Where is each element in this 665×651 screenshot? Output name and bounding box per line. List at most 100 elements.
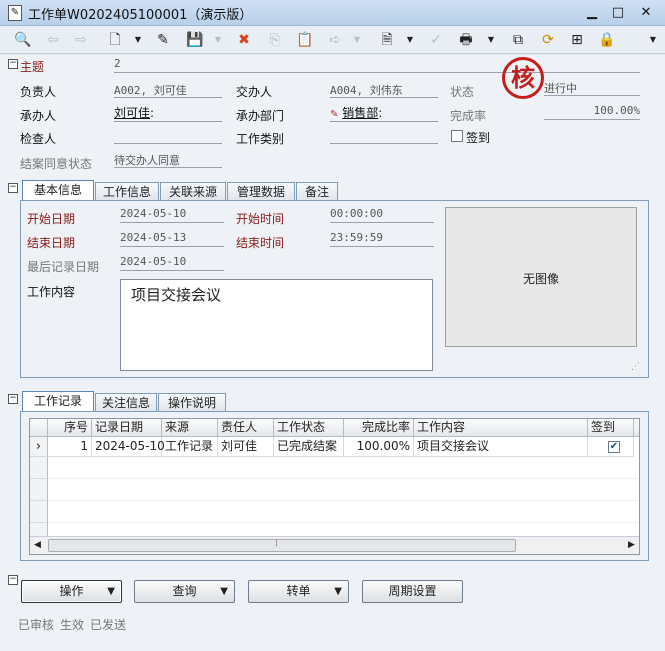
cell-status[interactable]: 已完成结案	[274, 437, 344, 457]
edit-icon[interactable]: ✎	[152, 29, 174, 51]
status-sent: 已发送	[90, 618, 127, 632]
tab-work-records[interactable]: 工作记录	[22, 391, 94, 412]
col-header-date[interactable]: 记录日期	[92, 419, 162, 437]
agree-status-label: 结案同意状态	[20, 157, 93, 171]
tab-remarks[interactable]: 备注	[296, 182, 338, 201]
operate-button[interactable]: 操作 ▼	[21, 580, 122, 603]
start-time-field[interactable]: 00:00:00	[330, 207, 434, 223]
cycle-settings-button[interactable]: 周期设置	[362, 580, 463, 603]
cell-owner[interactable]: 刘可佳	[218, 437, 274, 457]
signin-check-icon[interactable]: ✔	[608, 441, 620, 453]
signin-label: 签到	[466, 131, 491, 145]
save-dropdown-icon[interactable]: ▼	[213, 29, 223, 51]
grid-line	[48, 478, 638, 479]
horizontal-scrollbar[interactable]: ◀ ⁞ ▶	[30, 536, 639, 554]
grid-line	[48, 522, 638, 523]
worktype-field[interactable]	[330, 128, 438, 144]
save-icon[interactable]: 💾	[184, 29, 206, 51]
link-icon[interactable]: ⧉	[507, 29, 529, 51]
cell-date[interactable]: 2024-05-10	[92, 437, 165, 457]
image-box[interactable]: 无图像	[445, 207, 637, 347]
end-time-field[interactable]: 23:59:59	[330, 231, 434, 247]
next-icon[interactable]: ⇨	[70, 29, 92, 51]
assignee-field[interactable]: 刘可佳:	[114, 104, 222, 122]
transfer-icon[interactable]: ➪	[324, 29, 346, 51]
query-button-label: 查询	[172, 584, 197, 598]
worktype-label: 工作类别	[236, 132, 285, 146]
dept-field[interactable]: ✎ 销售部:	[330, 104, 438, 122]
handover-field[interactable]: A004, 刘伟东	[330, 82, 438, 98]
dept-link[interactable]: 销售部	[342, 106, 378, 120]
grid-corner	[30, 419, 48, 437]
paste-icon[interactable]: 📋	[294, 29, 316, 51]
query-button[interactable]: 查询 ▼	[134, 580, 235, 603]
col-header-content[interactable]: 工作内容	[414, 419, 588, 437]
signin-checkbox[interactable]	[451, 130, 463, 142]
transfer-dropdown-icon[interactable]: ▼	[352, 29, 362, 51]
lock-icon[interactable]: 🔒	[596, 29, 618, 51]
maximize-button[interactable]: □	[604, 3, 632, 23]
end-date-field[interactable]: 2024-05-13	[120, 231, 224, 247]
col-header-source[interactable]: 来源	[162, 419, 218, 437]
cell-signin[interactable]: ✔	[588, 437, 634, 457]
scroll-thumb[interactable]: ⁞	[48, 539, 516, 552]
operate-button-label: 操作	[59, 584, 84, 598]
actions-collapse-icon[interactable]: −	[8, 575, 18, 585]
owner-label: 负责人	[20, 85, 57, 99]
subject-field[interactable]: 2	[114, 57, 640, 73]
col-header-signin[interactable]: 签到	[588, 419, 634, 437]
close-button[interactable]: ✕	[632, 3, 660, 23]
tab-basic-info[interactable]: 基本信息	[22, 180, 94, 201]
cell-ratio[interactable]: 100.00%	[344, 437, 414, 457]
row-indicator[interactable]: ›	[30, 437, 48, 457]
new-dropdown-icon[interactable]: ▼	[133, 29, 143, 51]
start-date-label: 开始日期	[27, 212, 76, 226]
tab-related-source[interactable]: 关联来源	[160, 182, 226, 201]
document-dropdown-icon[interactable]: ▼	[405, 29, 415, 51]
print-dropdown-icon[interactable]: ▼	[486, 29, 496, 51]
transfer-dropdown-icon: ▼	[334, 586, 342, 597]
delete-icon[interactable]: ✖	[233, 29, 255, 51]
copy-icon[interactable]: ⎘	[264, 29, 286, 51]
assignee-link[interactable]: 刘可佳	[114, 106, 150, 120]
approve-icon[interactable]: ✓	[425, 29, 447, 51]
col-header-filler	[634, 419, 639, 437]
start-date-field[interactable]: 2024-05-10	[120, 207, 224, 223]
search-icon[interactable]: 🔍	[12, 29, 34, 51]
content-textarea[interactable]: 项目交接会议	[120, 279, 433, 371]
tab-operation-notes[interactable]: 操作说明	[158, 393, 226, 412]
header-collapse-icon[interactable]: −	[8, 59, 18, 69]
tabs2-collapse-icon[interactable]: −	[8, 394, 18, 404]
new-document-icon[interactable]: 🗋	[104, 29, 126, 51]
empty-row-header	[30, 523, 48, 537]
cell-content[interactable]: 项目交接会议	[414, 437, 588, 457]
approval-stamp: 核	[502, 57, 544, 99]
document-icon[interactable]: 🗎	[376, 29, 398, 51]
col-header-index[interactable]: 序号	[48, 419, 92, 437]
completion-label: 完成率	[450, 109, 487, 123]
checker-field[interactable]	[114, 128, 222, 144]
tab-work-info[interactable]: 工作信息	[95, 182, 159, 201]
col-header-ratio[interactable]: 完成比率	[344, 419, 414, 437]
scroll-left-icon[interactable]: ◀	[34, 540, 41, 550]
cell-index[interactable]: 1	[48, 437, 92, 457]
checker-label: 检查人	[20, 132, 57, 146]
col-header-owner[interactable]: 责任人	[218, 419, 274, 437]
scroll-right-icon[interactable]: ▶	[628, 540, 635, 550]
cell-source[interactable]: 工作记录	[162, 437, 218, 457]
tabs1-collapse-icon[interactable]: −	[8, 183, 18, 193]
status-audited: 已审核	[18, 618, 55, 632]
owner-field[interactable]: A002, 刘可佳	[114, 82, 222, 98]
refresh-icon[interactable]: ⟳	[537, 29, 559, 51]
hierarchy-icon[interactable]: ⊞	[566, 29, 588, 51]
resize-grip-icon: ⋰	[631, 362, 640, 372]
tab-follow-info[interactable]: 关注信息	[95, 393, 157, 412]
toolbar-more-icon[interactable]: ▼	[648, 29, 658, 51]
col-header-status[interactable]: 工作状态	[274, 419, 344, 437]
prev-icon[interactable]: ⇦	[42, 29, 64, 51]
transfer-button[interactable]: 转单 ▼	[248, 580, 349, 603]
tab-management-data[interactable]: 管理数据	[227, 182, 295, 201]
assignee-suffix: :	[150, 106, 155, 120]
print-icon[interactable]: 🖶	[455, 29, 477, 51]
minimize-button[interactable]: ▁	[578, 3, 606, 23]
